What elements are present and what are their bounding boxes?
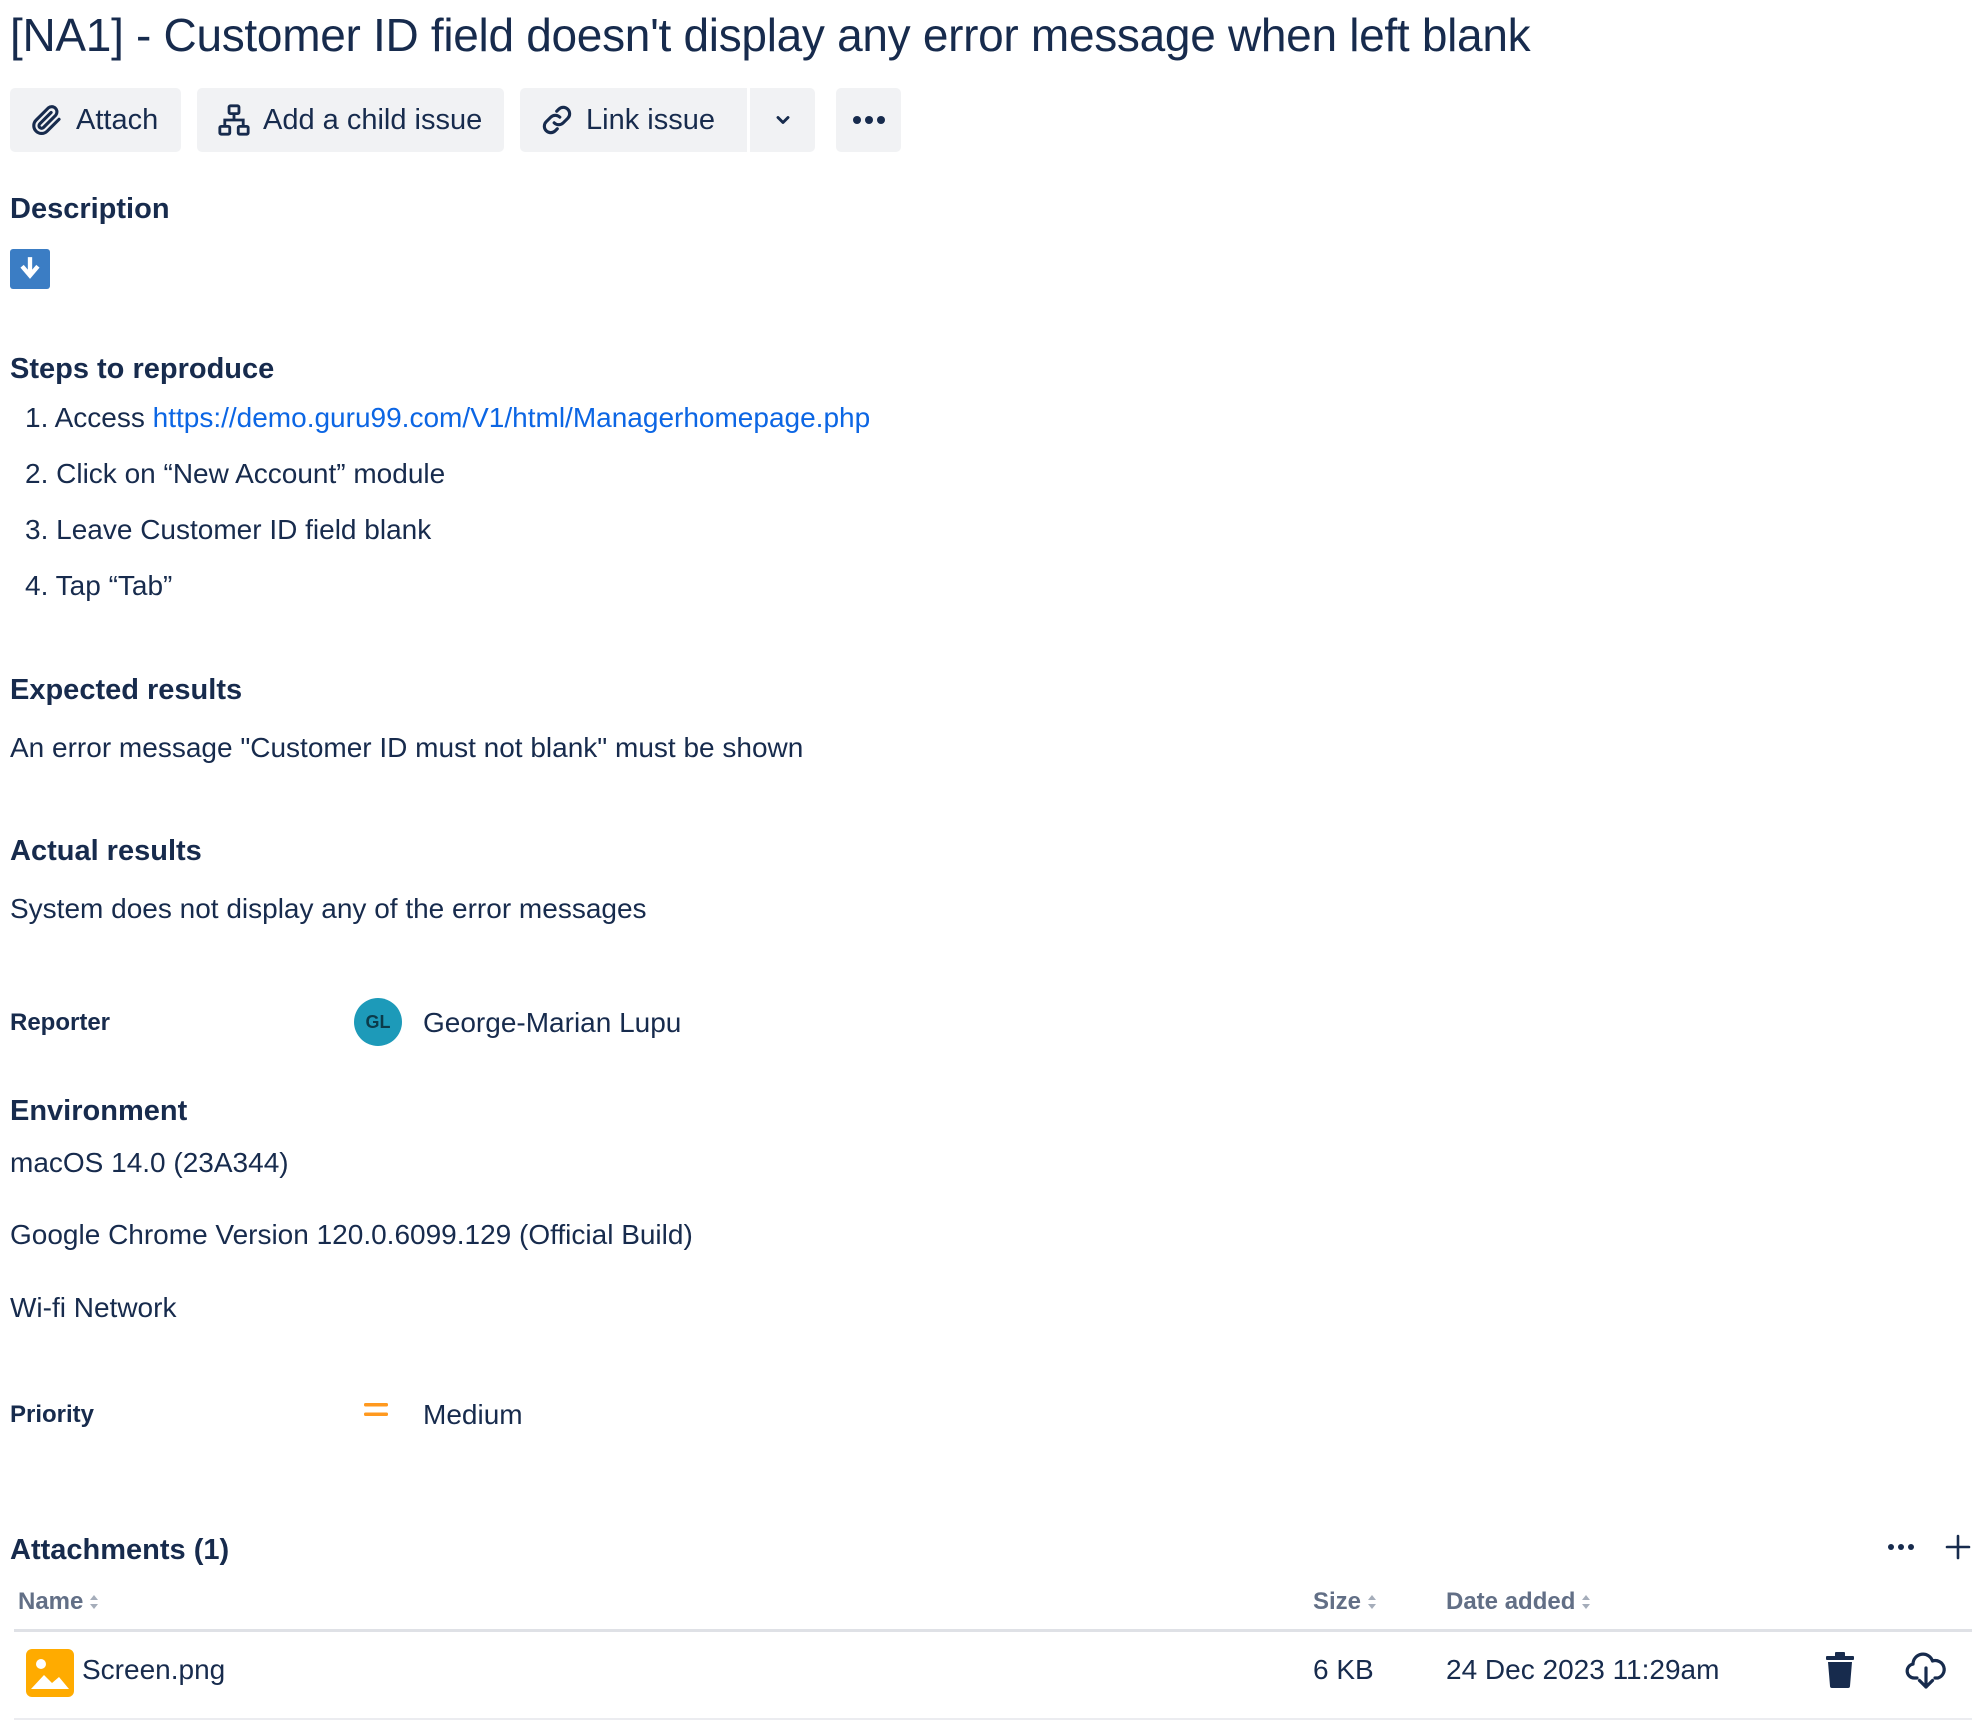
priority-label: Priority (10, 1401, 95, 1428)
add-child-issue-label: Add a child issue (263, 103, 483, 136)
reporter-label: Reporter (10, 1009, 111, 1036)
attach-button-label: Attach (76, 103, 159, 136)
environment-line: Google Chrome Version 120.0.6099.129 (Of… (10, 1219, 693, 1250)
list-item: 2. Click on “New Account” module (25, 458, 446, 489)
attachments-more-icon[interactable] (1887, 1543, 1915, 1551)
link-issue-button[interactable]: Link issue (520, 88, 747, 152)
attachment-file-size: 6 KB (1313, 1654, 1374, 1685)
column-header-name[interactable]: Name (18, 1588, 100, 1616)
link-issue-label: Link issue (586, 103, 715, 136)
priority-medium-icon (364, 1403, 388, 1416)
description-heading: Description (10, 193, 170, 225)
trash-icon[interactable] (1824, 1652, 1856, 1688)
column-header-date-added[interactable]: Date added (1446, 1588, 1592, 1616)
image-file-icon (26, 1649, 74, 1697)
issue-view: [NA1] - Customer ID field doesn't displa… (0, 0, 1984, 1728)
sort-icon (1368, 1595, 1377, 1609)
link-issue-dropdown-button[interactable] (750, 88, 815, 152)
chevron-down-icon (776, 116, 789, 124)
list-item: 1. Access https://demo.guru99.com/V1/htm… (25, 402, 871, 433)
download-cloud-icon[interactable] (1905, 1650, 1947, 1690)
sort-icon (90, 1595, 99, 1609)
table-header-divider (14, 1629, 1972, 1632)
paperclip-icon (32, 105, 61, 136)
expected-results-heading: Expected results (10, 674, 243, 706)
attach-button[interactable]: Attach (10, 88, 181, 152)
attachments-heading: Attachments (1) (10, 1534, 230, 1566)
attachment-file-name[interactable]: Screen.png (82, 1654, 225, 1686)
hierarchy-icon (218, 104, 250, 136)
table-row-divider (14, 1718, 1972, 1720)
reporter-name[interactable]: George-Marian Lupu (423, 1007, 681, 1039)
environment-line: Wi-fi Network (10, 1292, 177, 1323)
environment-heading: Environment (10, 1095, 188, 1127)
actual-results-text: System does not display any of the error… (10, 893, 647, 924)
sort-icon (1582, 1595, 1591, 1609)
demo-site-link[interactable]: https://demo.guru99.com/V1/html/Managerh… (153, 402, 871, 433)
more-icon (852, 116, 885, 124)
avatar[interactable]: GL (354, 998, 402, 1046)
more-actions-button[interactable] (836, 88, 901, 152)
column-header-size[interactable]: Size (1313, 1588, 1378, 1616)
priority-value[interactable]: Medium (423, 1399, 523, 1431)
issue-title[interactable]: [NA1] - Customer ID field doesn't displa… (10, 8, 1531, 62)
attachment-date-added: 24 Dec 2023 11:29am (1446, 1654, 1720, 1685)
list-item: 3. Leave Customer ID field blank (25, 514, 432, 545)
expand-down-arrow-icon[interactable] (10, 249, 50, 289)
list-item: 4. Tap “Tab” (25, 570, 173, 601)
add-attachment-icon[interactable] (1944, 1533, 1972, 1561)
add-child-issue-button[interactable]: Add a child issue (197, 88, 504, 152)
actual-results-heading: Actual results (10, 835, 202, 867)
link-icon (542, 105, 572, 135)
environment-line: macOS 14.0 (23A344) (10, 1147, 289, 1178)
steps-heading: Steps to reproduce (10, 353, 275, 385)
expected-results-text: An error message "Customer ID must not b… (10, 732, 804, 763)
